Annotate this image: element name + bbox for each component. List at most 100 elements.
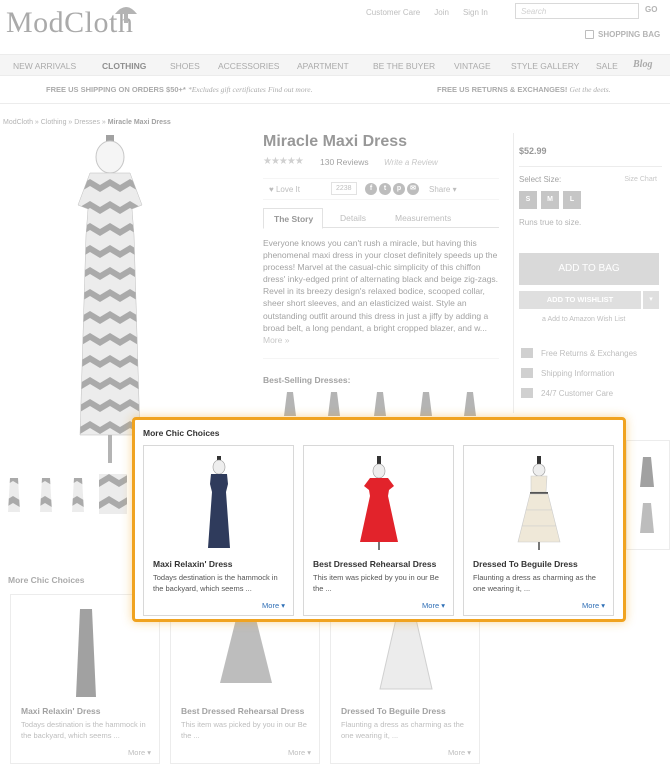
more-chic-choices-popup: More Chic Choices Maxi Relaxin' Dress To… xyxy=(132,417,626,622)
nav-blog[interactable]: Blog xyxy=(633,59,652,70)
card-title[interactable]: Dressed To Beguile Dress xyxy=(473,559,578,569)
card-title[interactable]: Best Dressed Rehearsal Dress xyxy=(313,559,436,569)
nav-accessories[interactable]: ACCESSORIES xyxy=(218,61,279,71)
bag-icon xyxy=(585,30,594,39)
size-l-button[interactable]: L xyxy=(563,191,581,209)
twitter-icon[interactable]: t xyxy=(379,183,391,195)
customer-care-service-link[interactable]: 24/7 Customer Care xyxy=(521,388,613,398)
thumbnail-4[interactable] xyxy=(99,474,127,514)
card-description: Flaunting a dress as charming as the one… xyxy=(473,573,596,593)
wishlist-dropdown-button[interactable]: ▾ xyxy=(643,291,659,309)
price: $52.99 xyxy=(519,146,547,156)
best-selling-dress-3[interactable] xyxy=(372,390,388,418)
dress-image-navy xyxy=(208,456,230,548)
card-more-link[interactable]: More ▾ xyxy=(422,601,445,610)
add-to-wishlist-button[interactable]: ADD TO WISHLIST xyxy=(519,291,641,309)
side-dress-2[interactable] xyxy=(637,501,657,535)
thumbnail-1[interactable] xyxy=(3,474,25,514)
returns-icon xyxy=(521,348,533,358)
pinterest-icon[interactable]: p xyxy=(393,183,405,195)
join-link[interactable]: Join xyxy=(434,8,449,17)
product-story: Everyone knows you can't rush a miracle,… xyxy=(263,238,499,345)
product-title: Miracle Maxi Dress xyxy=(263,133,408,150)
free-returns-link[interactable]: Free Returns & Exchanges xyxy=(521,348,637,358)
card-more-link[interactable]: More ▾ xyxy=(262,601,285,610)
divider xyxy=(0,103,670,104)
share-dropdown[interactable]: Share ▾ xyxy=(429,185,457,194)
customer-care-link[interactable]: Customer Care xyxy=(366,8,420,17)
email-icon[interactable]: ✉ xyxy=(407,183,419,195)
divider xyxy=(263,358,499,359)
divider xyxy=(519,166,662,167)
nav-vintage[interactable]: VINTAGE xyxy=(454,61,491,71)
social-bar: ♥ Love It 2238 f t p ✉ Share ▾ xyxy=(263,178,499,200)
love-it-button[interactable]: ♥ Love It xyxy=(269,185,300,194)
product-page-background: ModCloth Customer Care Join Sign In Sear… xyxy=(0,0,670,772)
get-the-deets-link[interactable]: Get the deets. xyxy=(570,85,611,94)
dress-image xyxy=(379,618,433,690)
size-s-button[interactable]: S xyxy=(519,191,537,209)
more-chic-card-maxi-relaxin[interactable]: Maxi Relaxin' Dress Todays destination i… xyxy=(143,445,294,616)
thumbnail-3[interactable] xyxy=(67,474,89,514)
best-selling-dress-4[interactable] xyxy=(418,390,434,418)
card-description: Todays destination is the hammock in the… xyxy=(153,573,278,593)
add-to-bag-button[interactable]: ADD TO BAG xyxy=(519,253,659,285)
top-links: Customer Care Join Sign In xyxy=(366,8,488,17)
shipping-info-link[interactable]: Shipping Information xyxy=(521,368,614,378)
amazon-icon: a xyxy=(542,316,546,323)
breadcrumb-current: Miracle Maxi Dress xyxy=(107,119,171,126)
tab-the-story[interactable]: The Story xyxy=(263,208,323,229)
best-selling-dress-1[interactable] xyxy=(282,390,298,418)
amazon-wishlist-link[interactable]: a Add to Amazon Wish List xyxy=(542,316,625,323)
more-chic-heading: More Chic Choices xyxy=(143,428,220,438)
social-icons: f t p ✉ xyxy=(365,183,419,195)
nav-be-the-buyer[interactable]: BE THE BUYER xyxy=(373,61,435,71)
card-title[interactable]: Maxi Relaxin' Dress xyxy=(153,559,233,569)
best-selling-heading: Best-Selling Dresses: xyxy=(263,375,351,385)
nav-new-arrivals[interactable]: NEW ARRIVALS xyxy=(13,61,76,71)
sign-in-link[interactable]: Sign In xyxy=(463,8,488,17)
find-out-more-link[interactable]: Find out more. xyxy=(268,85,313,94)
dress-image-red xyxy=(360,456,398,550)
breadcrumb-clothing[interactable]: Clothing xyxy=(41,119,67,126)
product-image[interactable] xyxy=(60,135,160,465)
nav-sale[interactable]: SALE xyxy=(596,61,618,71)
breadcrumb-dresses[interactable]: Dresses xyxy=(74,119,100,126)
reviews-link[interactable]: 130 Reviews xyxy=(320,157,369,167)
more-chic-card-best-dressed-rehearsal[interactable]: Best Dressed Rehearsal Dress This item w… xyxy=(303,445,454,616)
dress-image-cream xyxy=(517,456,561,550)
main-nav: NEW ARRIVALS CLOTHING SHOES ACCESSORIES … xyxy=(0,54,670,76)
returns-promo: FREE US RETURNS & EXCHANGES! Get the dee… xyxy=(437,85,611,94)
nav-clothing[interactable]: CLOTHING xyxy=(102,61,146,71)
shopping-bag-link[interactable]: SHOPPING BAG xyxy=(585,30,660,39)
search-input[interactable]: Search xyxy=(515,3,639,19)
thumbnail-2[interactable] xyxy=(35,474,57,514)
write-review-link[interactable]: Write a Review xyxy=(384,158,438,167)
story-more-link[interactable]: More » xyxy=(263,335,289,345)
nav-shoes[interactable]: SHOES xyxy=(170,61,200,71)
size-chart-link[interactable]: Size Chart xyxy=(624,176,657,183)
side-dress-1[interactable] xyxy=(637,455,657,489)
best-selling-dress-5[interactable] xyxy=(462,390,478,418)
tab-measurements[interactable]: Measurements xyxy=(395,213,451,223)
star-rating: ★★★★★ xyxy=(263,156,304,167)
breadcrumb-modcloth[interactable]: ModCloth xyxy=(3,119,33,126)
truck-icon xyxy=(521,368,533,378)
phone-icon xyxy=(521,388,533,398)
love-count: 2238 xyxy=(331,182,357,195)
more-chic-card-dressed-to-beguile[interactable]: Dressed To Beguile Dress Flaunting a dre… xyxy=(463,445,614,616)
go-button[interactable]: GO xyxy=(645,5,657,14)
shopping-bag-label: SHOPPING BAG xyxy=(598,30,661,39)
size-m-button[interactable]: M xyxy=(541,191,559,209)
card-description: This item was picked by you in our Be th… xyxy=(313,573,439,593)
best-selling-dress-2[interactable] xyxy=(326,390,342,418)
card-more-link[interactable]: More ▾ xyxy=(582,601,605,610)
dress-image xyxy=(220,619,272,683)
select-size-label: Select Size: xyxy=(519,175,562,184)
thumbnail-strip xyxy=(3,474,127,514)
nav-apartment[interactable]: APARTMENT xyxy=(297,61,349,71)
nav-style-gallery[interactable]: STYLE GALLERY xyxy=(511,61,579,71)
facebook-icon[interactable]: f xyxy=(365,183,377,195)
tab-details[interactable]: Details xyxy=(340,213,366,223)
mushroom-logo-icon xyxy=(115,7,137,23)
